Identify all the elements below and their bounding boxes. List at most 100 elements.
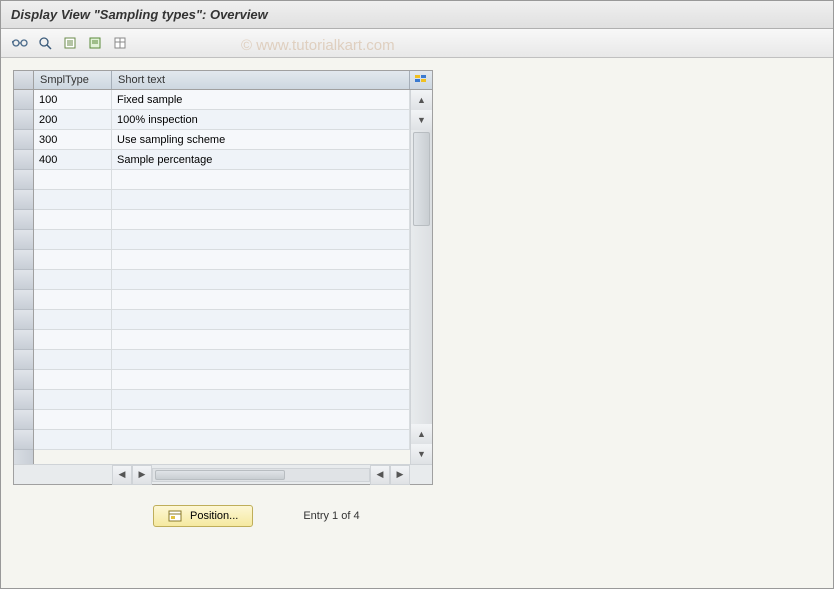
- table-row[interactable]: [34, 290, 410, 310]
- position-icon: [168, 509, 182, 523]
- toolbar: [1, 29, 833, 58]
- spreadsheet-button[interactable]: [109, 33, 131, 53]
- cell-smpltype: 300: [34, 130, 112, 149]
- cell-shorttext: [112, 230, 410, 249]
- table-row[interactable]: [34, 170, 410, 190]
- cell-smpltype: [34, 270, 112, 289]
- cell-shorttext: [112, 330, 410, 349]
- cell-smpltype: [34, 250, 112, 269]
- horizontal-scrollbar[interactable]: ◀ ▶ ◀ ▶: [14, 464, 432, 484]
- footer-row: Position... Entry 1 of 4: [13, 505, 433, 527]
- cell-smpltype: 200: [34, 110, 112, 129]
- table-row[interactable]: [34, 370, 410, 390]
- table-body: 100Fixed sample 200100% inspection 300Us…: [14, 90, 432, 464]
- table-row[interactable]: [34, 190, 410, 210]
- cell-smpltype: 100: [34, 90, 112, 109]
- hscroll-left-button[interactable]: ◀: [112, 465, 132, 485]
- cell-shorttext: 100% inspection: [112, 110, 410, 129]
- row-selector-column: [14, 90, 34, 464]
- table-row[interactable]: 400Sample percentage: [34, 150, 410, 170]
- scroll-down2-button[interactable]: ▼: [411, 444, 432, 464]
- cell-shorttext: [112, 430, 410, 449]
- cell-smpltype: [34, 170, 112, 189]
- row-selector[interactable]: [14, 390, 33, 410]
- cell-smpltype: [34, 350, 112, 369]
- table-row[interactable]: [34, 350, 410, 370]
- row-selector[interactable]: [14, 90, 33, 110]
- row-selector[interactable]: [14, 370, 33, 390]
- position-label: Position...: [190, 510, 238, 522]
- cell-shorttext: [112, 170, 410, 189]
- table-rows: 100Fixed sample 200100% inspection 300Us…: [34, 90, 410, 464]
- row-selector[interactable]: [14, 250, 33, 270]
- cell-shorttext: [112, 270, 410, 289]
- cell-shorttext: [112, 190, 410, 209]
- cell-shorttext: Fixed sample: [112, 90, 410, 109]
- select-all-corner[interactable]: [14, 71, 34, 89]
- table-row[interactable]: [34, 390, 410, 410]
- cell-smpltype: [34, 370, 112, 389]
- cell-shorttext: [112, 290, 410, 309]
- cell-smpltype: [34, 290, 112, 309]
- row-selector[interactable]: [14, 310, 33, 330]
- row-selector[interactable]: [14, 350, 33, 370]
- entry-status: Entry 1 of 4: [303, 510, 359, 522]
- scroll-up2-button[interactable]: ▲: [411, 424, 432, 444]
- table-row[interactable]: [34, 210, 410, 230]
- cell-smpltype: [34, 330, 112, 349]
- row-selector[interactable]: [14, 230, 33, 250]
- row-selector[interactable]: [14, 210, 33, 230]
- table-header: SmplType Short text: [14, 71, 432, 90]
- data-table: SmplType Short text: [13, 70, 433, 485]
- cell-shorttext: [112, 410, 410, 429]
- hscroll-thumb[interactable]: [155, 470, 285, 480]
- table-row[interactable]: [34, 270, 410, 290]
- table-row[interactable]: 300Use sampling scheme: [34, 130, 410, 150]
- row-selector[interactable]: [14, 330, 33, 350]
- row-selector[interactable]: [14, 270, 33, 290]
- change-mode-button[interactable]: [9, 33, 31, 53]
- cell-smpltype: [34, 190, 112, 209]
- hscroll-track[interactable]: [152, 468, 370, 482]
- scroll-track[interactable]: [411, 130, 432, 424]
- col-header-smpltype[interactable]: SmplType: [34, 71, 112, 89]
- table-row[interactable]: 200100% inspection: [34, 110, 410, 130]
- scroll-down-button[interactable]: ▼: [411, 110, 432, 130]
- window-title: Display View "Sampling types": Overview: [1, 1, 833, 29]
- row-selector[interactable]: [14, 410, 33, 430]
- table-row[interactable]: [34, 410, 410, 430]
- cell-shorttext: [112, 390, 410, 409]
- row-selector[interactable]: [14, 130, 33, 150]
- cell-smpltype: [34, 390, 112, 409]
- cell-shorttext: [112, 210, 410, 229]
- row-selector[interactable]: [14, 190, 33, 210]
- row-selector[interactable]: [14, 110, 33, 130]
- vertical-scrollbar[interactable]: ▲ ▼ ▲ ▼: [410, 90, 432, 464]
- hscroll-right2-button[interactable]: ▶: [390, 465, 410, 485]
- table-row[interactable]: [34, 250, 410, 270]
- table-row[interactable]: [34, 230, 410, 250]
- row-selector[interactable]: [14, 290, 33, 310]
- content-area: SmplType Short text: [1, 58, 833, 539]
- cell-smpltype: [34, 410, 112, 429]
- col-header-shorttext[interactable]: Short text: [112, 71, 410, 89]
- table-row[interactable]: [34, 310, 410, 330]
- hscroll-left2-button[interactable]: ◀: [370, 465, 390, 485]
- cell-shorttext: [112, 310, 410, 329]
- table-row[interactable]: [34, 330, 410, 350]
- cell-shorttext: [112, 350, 410, 369]
- position-button[interactable]: Position...: [153, 505, 253, 527]
- table-row[interactable]: [34, 430, 410, 450]
- scroll-thumb[interactable]: [413, 132, 430, 226]
- export-green-button[interactable]: [84, 33, 106, 53]
- scroll-up-button[interactable]: ▲: [411, 90, 432, 110]
- search-button[interactable]: [34, 33, 56, 53]
- row-selector[interactable]: [14, 170, 33, 190]
- cell-shorttext: [112, 250, 410, 269]
- row-selector[interactable]: [14, 150, 33, 170]
- table-row[interactable]: 100Fixed sample: [34, 90, 410, 110]
- row-selector[interactable]: [14, 430, 33, 450]
- col-config-button[interactable]: [410, 71, 432, 89]
- hscroll-right-button[interactable]: ▶: [132, 465, 152, 485]
- export-button[interactable]: [59, 33, 81, 53]
